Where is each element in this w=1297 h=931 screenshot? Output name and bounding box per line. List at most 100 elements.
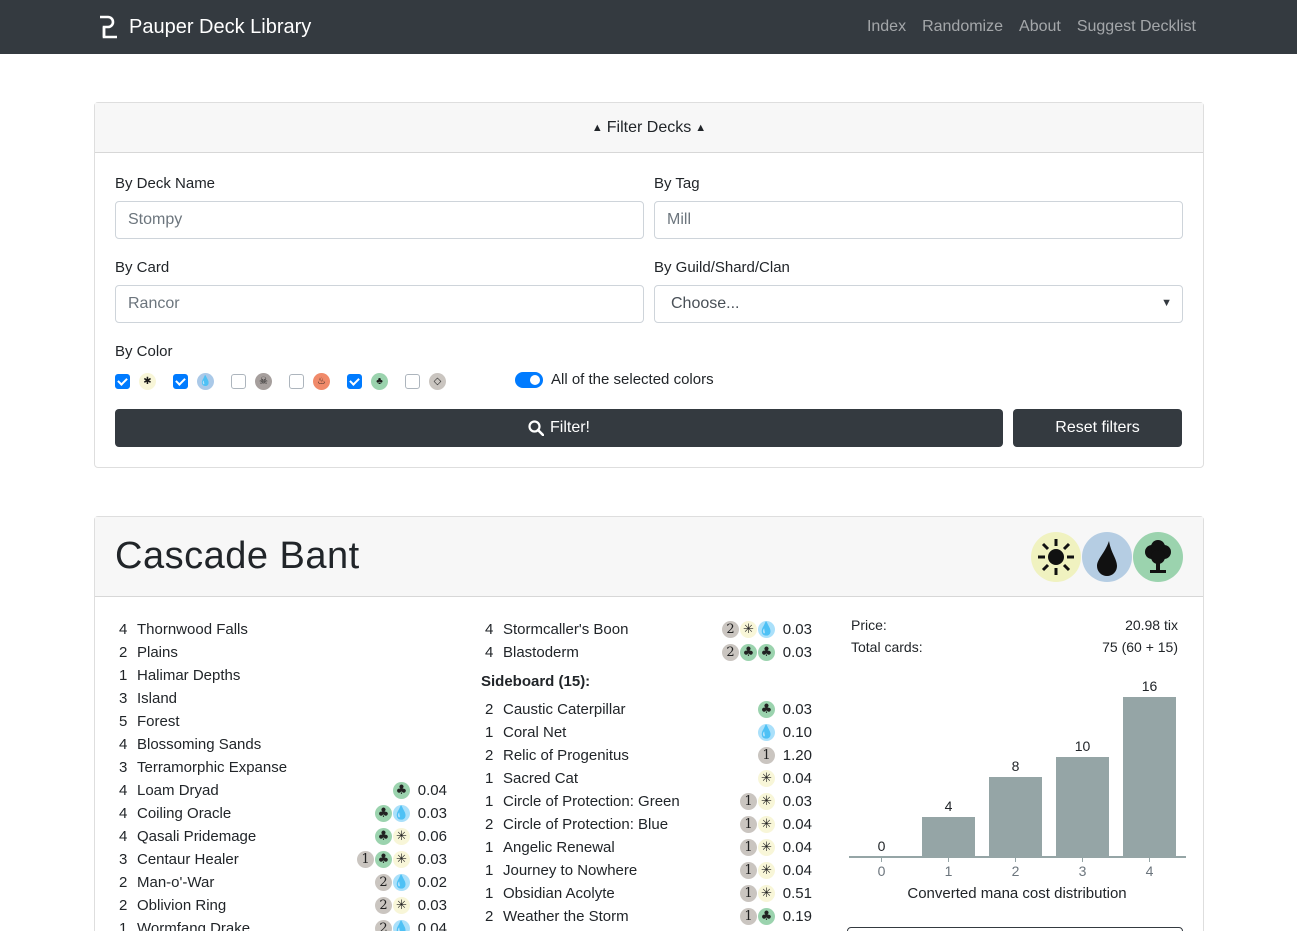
blue-checkbox[interactable]: [173, 374, 188, 389]
card-name[interactable]: Forest: [137, 713, 410, 730]
card-name[interactable]: Coral Net: [503, 724, 758, 741]
colorless-checkbox[interactable]: [405, 374, 420, 389]
generic-mana-icon: 1: [740, 908, 757, 925]
card-name[interactable]: Halimar Depths: [137, 667, 410, 684]
mainboard-card-row[interactable]: 4 Blossoming Sands: [119, 733, 447, 756]
deck-card: Cascade Bant 4 Thornwood Falls 2 Plains 1 Hal…: [94, 516, 1204, 931]
filter-button[interactable]: Filter!: [115, 409, 1003, 447]
mainboard-card-row[interactable]: 2 Man-o'-War 2 💧 0.02: [119, 871, 447, 894]
sideboard-card-row[interactable]: 1 Coral Net 💧 0.10: [485, 721, 812, 744]
mainboard-card-row[interactable]: 3 Centaur Healer 1 ♣ ✳ 0.03: [119, 848, 447, 871]
x-axis-label: Converted mana cost distribution: [907, 885, 1126, 902]
card-name[interactable]: Island: [137, 690, 410, 707]
mainboard-card-row[interactable]: 1 Halimar Depths: [119, 664, 447, 687]
guild-select[interactable]: Choose... ▼: [654, 285, 1183, 323]
card-name[interactable]: Man-o'-War: [137, 874, 375, 891]
sideboard-card-row[interactable]: 1 Circle of Protection: Green 1 ✳ 0.03: [485, 790, 812, 813]
card-name[interactable]: Stormcaller's Boon: [503, 621, 722, 638]
card-quantity: 4: [119, 621, 128, 638]
card-name[interactable]: Thornwood Falls: [137, 621, 410, 638]
card-quantity: 3: [119, 851, 128, 868]
nav-link-randomize[interactable]: Randomize: [922, 18, 1003, 36]
mainboard-card-row[interactable]: 2 Plains: [119, 641, 447, 664]
sideboard-card-row[interactable]: 1 Journey to Nowhere 1 ✳ 0.04: [485, 859, 812, 882]
sideboard-card-row[interactable]: 2 Weather the Storm 1 ♣ 0.19: [485, 905, 812, 928]
mainboard-card-row[interactable]: 5 Forest: [119, 710, 447, 733]
sideboard-card-row[interactable]: 2 Relic of Progenitus 1 1.20: [485, 744, 812, 767]
mainboard-card-row[interactable]: 4 Loam Dryad ♣ 0.04: [119, 779, 447, 802]
card-name[interactable]: Wormfang Drake: [137, 920, 375, 931]
reset-filters-button[interactable]: Reset filters: [1013, 409, 1182, 447]
green-checkbox[interactable]: [347, 374, 362, 389]
mainboard-card-row[interactable]: 3 Island: [119, 687, 447, 710]
card-name[interactable]: Terramorphic Expanse: [137, 759, 410, 776]
card-quantity: 2: [119, 644, 128, 661]
green-mana-icon: ♣: [758, 644, 775, 661]
card-name[interactable]: Weather the Storm: [503, 908, 740, 925]
card-price: 0.03: [782, 701, 812, 718]
toggle-switch[interactable]: [515, 371, 543, 388]
filter-toggle-header[interactable]: ▲ Filter Decks ▲: [95, 103, 1203, 153]
deck-action-box[interactable]: [847, 927, 1183, 931]
mana-cost: 2 ♣ ♣: [722, 644, 775, 661]
card-name[interactable]: Journey to Nowhere: [503, 862, 740, 879]
card-input[interactable]: Rancor: [115, 285, 644, 323]
deck-title[interactable]: Cascade Bant: [115, 535, 360, 578]
all-colors-toggle[interactable]: All of the selected colors: [515, 371, 714, 388]
mainboard-card-row[interactable]: 2 Oblivion Ring 2 ✳ 0.03: [119, 894, 447, 917]
x-tick-label: 3: [1079, 863, 1087, 879]
deck-name-input[interactable]: Stompy: [115, 201, 644, 239]
red-checkbox[interactable]: [289, 374, 304, 389]
green-mana-icon: ♣: [375, 828, 392, 845]
nav-link-about[interactable]: About: [1019, 18, 1061, 36]
mana-cost: 2 ✳ 💧: [722, 621, 775, 638]
mainboard-card-row[interactable]: 3 Terramorphic Expanse: [119, 756, 447, 779]
card-name[interactable]: Oblivion Ring: [137, 897, 375, 914]
mainboard-card-row[interactable]: 4 Coiling Oracle ♣ 💧 0.03: [119, 802, 447, 825]
mainboard-card-row[interactable]: 4 Stormcaller's Boon 2 ✳ 💧 0.03: [485, 618, 812, 641]
card-name[interactable]: Plains: [137, 644, 410, 661]
mana-cost: 1 ♣ ✳: [357, 851, 410, 868]
card-name[interactable]: Blossoming Sands: [137, 736, 410, 753]
green-mana-icon: ♣: [375, 851, 392, 868]
mainboard-card-row[interactable]: 4 Blastoderm 2 ♣ ♣ 0.03: [485, 641, 812, 664]
sideboard-card-row[interactable]: 2 Circle of Protection: Blue 1 ✳ 0.04: [485, 813, 812, 836]
card-price: 0.03: [782, 793, 812, 810]
tag-input[interactable]: Mill: [654, 201, 1183, 239]
sideboard-card-row[interactable]: 2 Caustic Caterpillar ♣ 0.03: [485, 698, 812, 721]
card-name[interactable]: Qasali Pridemage: [137, 828, 375, 845]
green-tree-icon: [1133, 531, 1183, 582]
mainboard-card-row[interactable]: 1 Wormfang Drake 2 💧 0.04: [119, 917, 447, 931]
card-name[interactable]: Coiling Oracle: [137, 805, 375, 822]
sideboard-card-row[interactable]: 1 Angelic Renewal 1 ✳ 0.04: [485, 836, 812, 859]
mana-cost: 1 ♣: [740, 908, 775, 925]
card-quantity: 4: [119, 782, 128, 799]
card-quantity: 2: [485, 908, 494, 925]
blue-drop-icon: [1082, 531, 1132, 582]
card-name[interactable]: Blastoderm: [503, 644, 722, 661]
card-price: 0.03: [417, 805, 447, 822]
black-checkbox[interactable]: [231, 374, 246, 389]
card-quantity: 1: [119, 920, 128, 931]
sideboard-card-row[interactable]: 1 Sacred Cat ✳ 0.04: [485, 767, 812, 790]
nav-link-index[interactable]: Index: [867, 18, 906, 36]
card-name[interactable]: Obsidian Acolyte: [503, 885, 740, 902]
card-name[interactable]: Sacred Cat: [503, 770, 758, 787]
mainboard-card-row[interactable]: 4 Qasali Pridemage ♣ ✳ 0.06: [119, 825, 447, 848]
card-name[interactable]: Centaur Healer: [137, 851, 357, 868]
card-name[interactable]: Caustic Caterpillar: [503, 701, 758, 718]
brand[interactable]: Pauper Deck Library: [98, 15, 311, 39]
total-cards-row: Total cards: 75 (60 + 15): [851, 639, 1178, 661]
card-name[interactable]: Angelic Renewal: [503, 839, 740, 856]
card-name[interactable]: Loam Dryad: [137, 782, 393, 799]
card-name[interactable]: Circle of Protection: Blue: [503, 816, 740, 833]
mainboard-card-row[interactable]: 4 Thornwood Falls: [119, 618, 447, 641]
nav-link-suggest-decklist[interactable]: Suggest Decklist: [1077, 18, 1196, 36]
white-checkbox[interactable]: [115, 374, 130, 389]
card-name[interactable]: Circle of Protection: Green: [503, 793, 740, 810]
sideboard-card-row[interactable]: 1 Obsidian Acolyte 1 ✳ 0.51: [485, 882, 812, 905]
card-price: 0.04: [782, 862, 812, 879]
card-quantity: 4: [485, 644, 494, 661]
card-name[interactable]: Relic of Progenitus: [503, 747, 758, 764]
navbar: Pauper Deck Library Index Randomize Abou…: [0, 0, 1297, 54]
